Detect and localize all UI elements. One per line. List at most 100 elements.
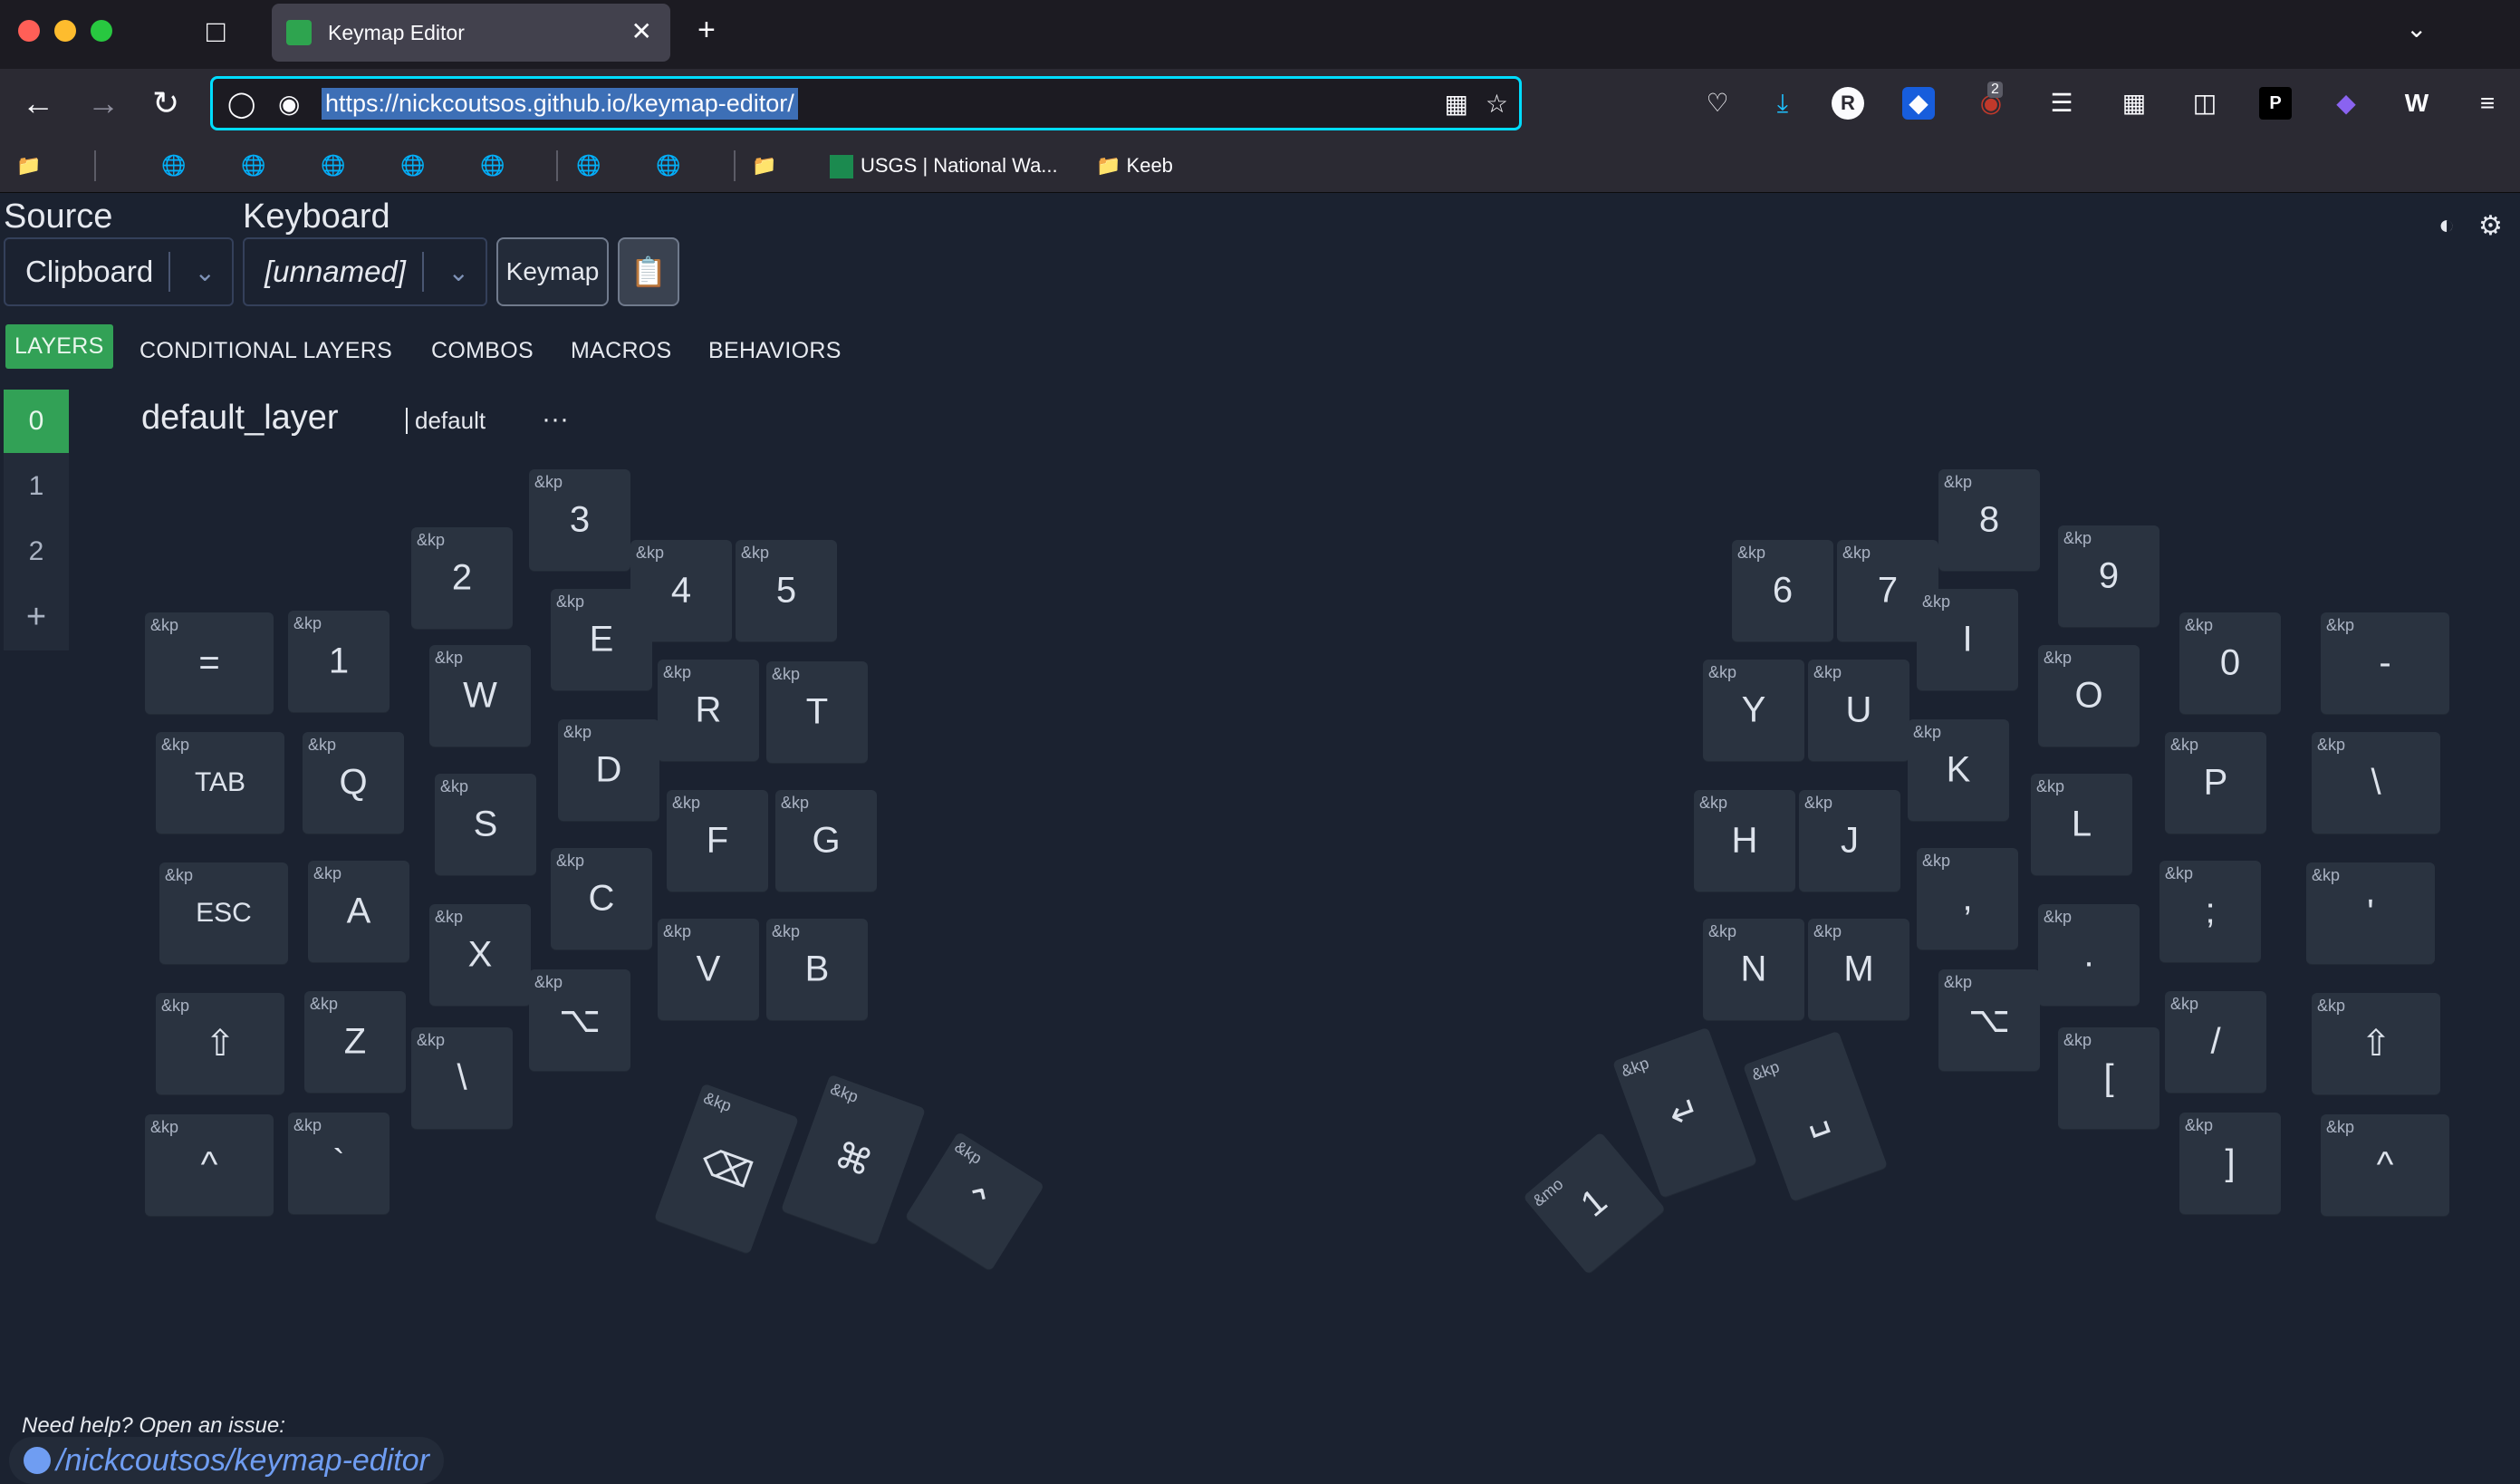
- key[interactable]: &kp 1: [288, 611, 390, 712]
- layer-name[interactable]: default_layer: [141, 399, 339, 438]
- address-bar[interactable]: ◯ ◉ https://nickcoutsos.github.io/keymap…: [210, 76, 1522, 130]
- source-select[interactable]: Clipboard ⌄: [4, 237, 234, 306]
- key[interactable]: &kp =: [145, 612, 274, 714]
- key[interactable]: &kp \: [2312, 732, 2440, 834]
- tab-layers[interactable]: LAYERS: [5, 324, 113, 369]
- key[interactable]: &kp C: [551, 848, 652, 949]
- key[interactable]: &kp S: [435, 774, 536, 875]
- key[interactable]: &kp D: [558, 719, 659, 821]
- key[interactable]: &kp 5: [736, 540, 837, 641]
- key[interactable]: &mo 1: [1523, 1132, 1666, 1275]
- key[interactable]: &kp Q: [303, 732, 404, 834]
- key[interactable]: &kp H: [1694, 790, 1795, 891]
- bookmark-usgs[interactable]: USGS | National Wa...: [830, 154, 1058, 179]
- key[interactable]: &kp J: [1799, 790, 1900, 891]
- close-window-button[interactable]: [18, 20, 40, 42]
- bookmark-star-icon[interactable]: ☆: [1486, 89, 1508, 119]
- key[interactable]: &kp ⌃: [904, 1131, 1045, 1272]
- key[interactable]: &kp E: [551, 589, 652, 690]
- key[interactable]: &kp V: [658, 919, 759, 1020]
- tab-keymap-editor[interactable]: Keymap Editor ✕: [272, 4, 670, 62]
- url-text[interactable]: https://nickcoutsos.github.io/keymap-edi…: [322, 87, 798, 120]
- key[interactable]: &kp ⌥: [1938, 969, 2040, 1071]
- bookmark-folder-icon[interactable]: 📁: [752, 154, 776, 178]
- tab-macros[interactable]: MACROS: [571, 338, 672, 364]
- key[interactable]: &kp [: [2058, 1027, 2159, 1129]
- key[interactable]: &kp ⇧: [2312, 993, 2440, 1094]
- extension-w-icon[interactable]: W: [2400, 87, 2433, 120]
- key[interactable]: &kp 3: [529, 469, 630, 571]
- bitwarden-icon[interactable]: ◆: [1902, 87, 1935, 120]
- add-layer-button[interactable]: +: [4, 585, 69, 649]
- layer-menu-button[interactable]: ···: [542, 404, 569, 435]
- settings-gear-icon[interactable]: ⚙: [2478, 210, 2503, 242]
- key[interactable]: &kp X: [429, 904, 531, 1006]
- key[interactable]: &kp.: [2038, 904, 2140, 1006]
- lock-icon[interactable]: ◉: [278, 89, 300, 119]
- key[interactable]: &kp ESC: [159, 862, 288, 964]
- key[interactable]: &kp F: [667, 790, 768, 891]
- key[interactable]: &kp TAB: [156, 732, 284, 834]
- key[interactable]: &kp P: [2165, 732, 2266, 834]
- extension-p-icon[interactable]: P: [2259, 87, 2292, 120]
- new-tab-icon[interactable]: +: [697, 14, 716, 45]
- minimize-window-button[interactable]: [54, 20, 76, 42]
- key[interactable]: &kp L: [2031, 774, 2132, 875]
- key[interactable]: &kp \: [411, 1027, 513, 1129]
- key[interactable]: &kp I: [1917, 589, 2018, 690]
- extension-crystal-icon[interactable]: ◆: [2330, 87, 2362, 120]
- key[interactable]: &kp K: [1908, 719, 2009, 821]
- key[interactable]: &kp M: [1808, 919, 1909, 1020]
- qr-code-icon[interactable]: ▦: [1445, 89, 1468, 119]
- bookmark-globe-icon[interactable]: 🌐: [241, 154, 265, 178]
- bookmark-globe-icon[interactable]: 🌐: [480, 154, 505, 178]
- key[interactable]: &kp B: [766, 919, 868, 1020]
- key[interactable]: &kp 0: [2179, 612, 2281, 714]
- key[interactable]: &kp T: [766, 661, 868, 763]
- keymap-button[interactable]: Keymap: [496, 237, 609, 306]
- key[interactable]: &kp U: [1808, 660, 1909, 761]
- bookmark-globe-icon[interactable]: 🌐: [161, 154, 186, 178]
- downloads-icon[interactable]: ⤓: [1766, 87, 1799, 120]
- key[interactable]: &kp]: [2179, 1113, 2281, 1214]
- tab-combos[interactable]: COMBOS: [431, 338, 534, 364]
- bookmark-keeb-folder[interactable]: 📁 Keeb: [1096, 154, 1173, 178]
- tab-list-chevron-icon[interactable]: ⌄: [2406, 16, 2427, 42]
- bookmark-globe-icon[interactable]: 🌐: [576, 154, 601, 178]
- bookmark-folder-icon[interactable]: 📁: [16, 154, 41, 178]
- github-repo-link[interactable]: /nickcoutsos/keymap-editor: [9, 1437, 444, 1484]
- key[interactable]: &kp ␣: [1743, 1030, 1888, 1202]
- tab-behaviors[interactable]: BEHAVIORS: [708, 338, 842, 364]
- chevron-down-icon[interactable]: ⌄: [195, 257, 216, 287]
- app-menu-icon[interactable]: ≡: [2471, 87, 2504, 120]
- forward-icon[interactable]: →: [87, 87, 120, 120]
- key[interactable]: &kp W: [429, 645, 531, 747]
- key[interactable]: &kp /: [2165, 991, 2266, 1093]
- apps-grid-icon[interactable]: ▦: [2118, 87, 2150, 120]
- layer-item-2[interactable]: 2: [4, 520, 69, 583]
- key[interactable]: &kp A: [308, 861, 409, 962]
- key[interactable]: &kp O: [2038, 645, 2140, 747]
- extension-r-icon[interactable]: R: [1832, 87, 1864, 120]
- key[interactable]: &kp ^: [2321, 1114, 2449, 1216]
- key[interactable]: &kp ⇧: [156, 993, 284, 1094]
- layer-item-1[interactable]: 1: [4, 455, 69, 518]
- key[interactable]: &kp;: [2159, 861, 2261, 962]
- key[interactable]: &kp ⌘: [781, 1074, 926, 1246]
- back-icon[interactable]: ←: [22, 87, 54, 120]
- key[interactable]: &kp ': [2306, 862, 2435, 964]
- key[interactable]: &kp 6: [1732, 540, 1833, 641]
- extensions-puzzle-icon[interactable]: ◫: [2188, 87, 2221, 120]
- key[interactable]: &kp R: [658, 660, 759, 761]
- bookmark-globe-icon[interactable]: 🌐: [321, 154, 345, 178]
- tab-overview-icon[interactable]: □: [207, 16, 226, 47]
- tab-conditional-layers[interactable]: CONDITIONAL LAYERS: [139, 338, 392, 364]
- bookmark-globe-icon[interactable]: 🌐: [400, 154, 425, 178]
- key[interactable]: &kp N: [1703, 919, 1804, 1020]
- key[interactable]: &kp ^: [145, 1114, 274, 1216]
- keyboard-select[interactable]: [unnamed] ⌄: [243, 237, 487, 306]
- key[interactable]: &kp Z: [304, 991, 406, 1093]
- zoom-window-button[interactable]: [91, 20, 112, 42]
- key[interactable]: &kp Y: [1703, 660, 1804, 761]
- chevron-down-icon[interactable]: ⌄: [448, 257, 469, 287]
